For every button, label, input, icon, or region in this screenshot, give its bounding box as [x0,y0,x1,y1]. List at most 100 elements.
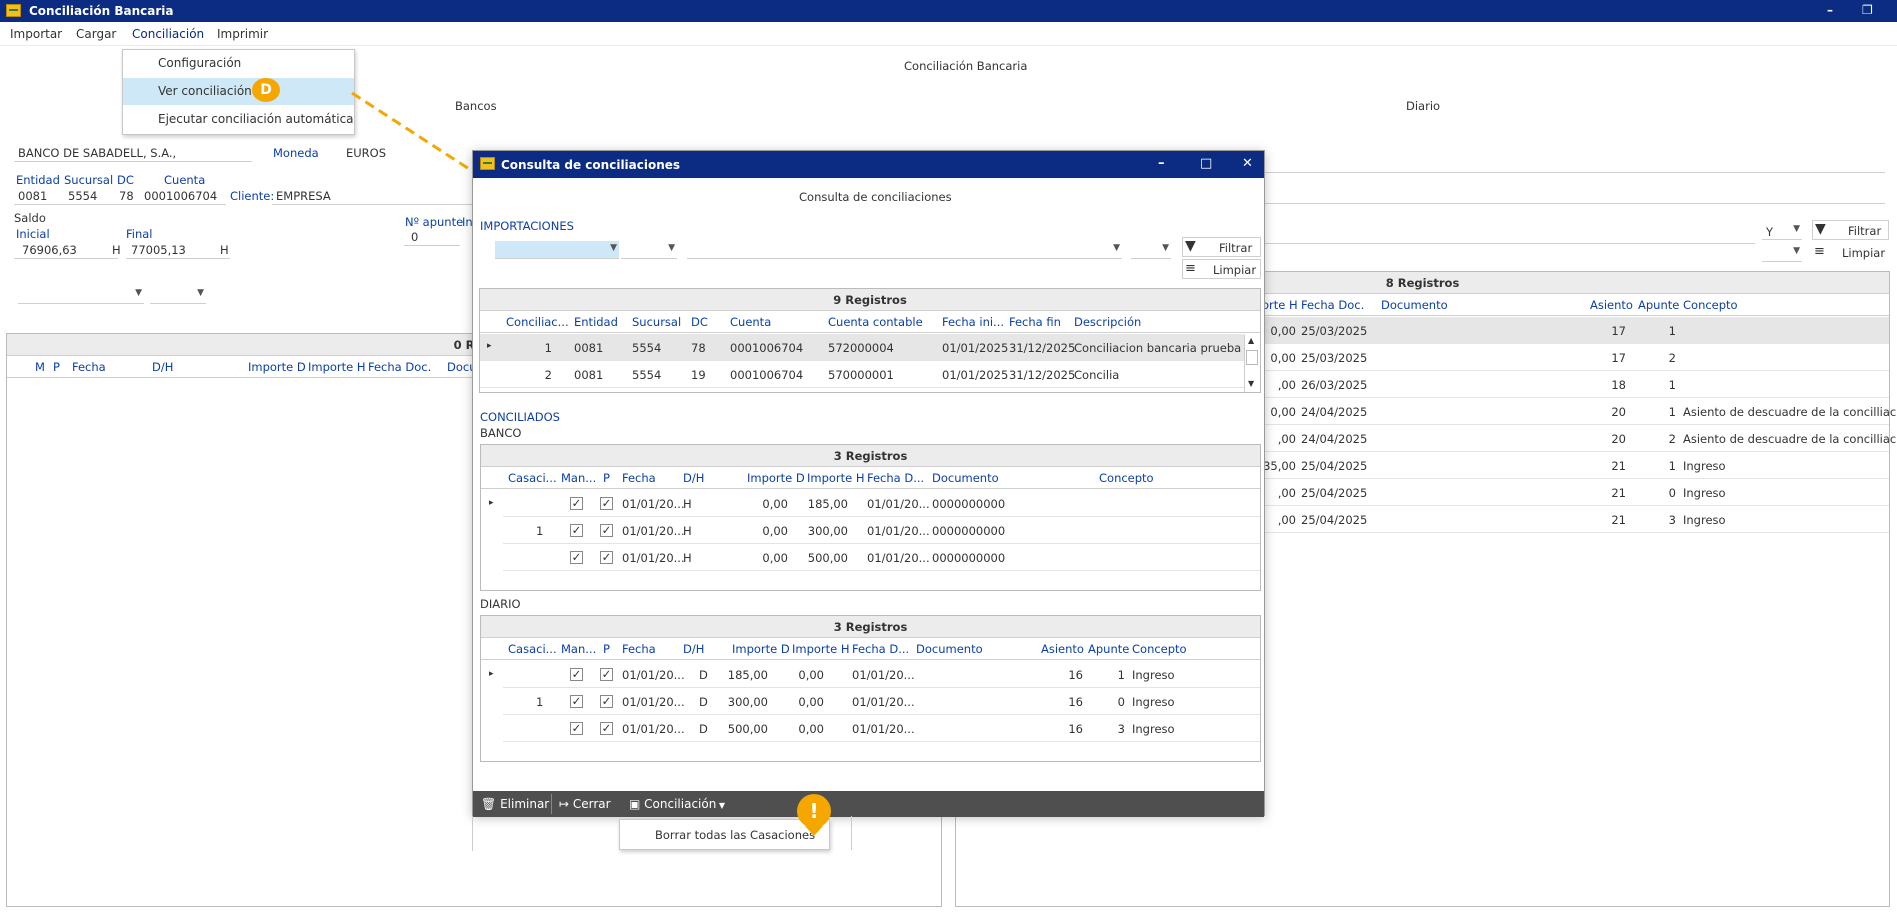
checkbox-checked[interactable]: ✓ [570,722,583,735]
checkbox-checked[interactable]: ✓ [570,497,583,510]
col-p[interactable]: P [53,360,60,374]
sucursal-combo[interactable]: ▼ [621,241,677,259]
right-combo-y[interactable]: Y ▼ [1762,222,1802,240]
table-row[interactable]: ✓ ✓ 01/01/20... H 0,00 185,00 01/01/20... 00000… [503,490,1260,517]
menu-cargar[interactable]: Cargar [76,27,116,41]
scroll-thumb[interactable] [1246,350,1258,365]
col-cuenta-contable[interactable]: Cuenta contable [828,315,923,329]
limpiar-button[interactable]: ≡ Limpiar [1182,259,1261,279]
col-apunte[interactable]: Apunte [1088,642,1129,656]
menu-item-configuracion[interactable]: Configuración [123,50,354,77]
left-combo-1[interactable]: ▼ [18,286,144,304]
filtrar-button[interactable]: ▼ Filtrar [1182,237,1261,257]
col-fecha-fin[interactable]: Fecha fin [1009,315,1061,329]
right-filtrar-button[interactable]: ▼ Filtrar [1812,220,1889,240]
col-concepto[interactable]: Concepto [1683,298,1738,312]
checkbox-checked[interactable]: ✓ [600,551,613,564]
col-fecha[interactable]: Fecha [622,471,656,485]
col-asiento[interactable]: Asiento [1041,642,1084,656]
table-row[interactable]: ✓ ✓ 01/01/20... H 0,00 300,00 01/01/20... 00000… [503,517,1260,544]
grid-record-count: 3 Registros [481,445,1260,467]
right-combo-2[interactable]: ▼ [1762,244,1802,262]
col-entidad[interactable]: Entidad [574,315,618,329]
right-limpiar-button[interactable]: ≡ Limpiar [1812,243,1889,263]
cuenta-label: Cuenta [164,173,206,187]
col-fecha[interactable]: Fecha [72,360,106,374]
col-fecha-inicio[interactable]: Fecha ini... [942,315,1004,329]
table-row[interactable]: ✓ ✓ 01/01/20... H 0,00 500,00 01/01/20... 00000… [503,544,1260,571]
menu-item-ejecutar-conciliacion[interactable]: Ejecutar conciliación automática [123,106,354,133]
checkbox-checked[interactable]: ✓ [570,695,583,708]
checkbox-checked[interactable]: ✓ [600,497,613,510]
col-importe-d[interactable]: Importe D [248,360,306,374]
scroll-up-icon[interactable]: ▲ [1248,336,1254,345]
scroll-down-icon[interactable]: ▼ [1248,379,1254,388]
col-fecha[interactable]: Fecha [622,642,656,656]
close-icon[interactable]: ✕ [1242,156,1253,171]
menu-imprimir[interactable]: Imprimir [217,27,268,41]
cerrar-button[interactable]: ↦ Cerrar [559,797,611,811]
restore-icon[interactable]: ❐ [1862,3,1873,17]
col-conciliacion[interactable]: Conciliac... [506,315,569,329]
minimize-icon[interactable]: – [1827,3,1833,17]
table-row[interactable]: ✓ ✓ 01/01/20... D 500,00 0,00 01/01/20... 16 3 In… [503,715,1260,742]
col-casacion[interactable]: Casaci... [508,471,557,485]
col-importe-d[interactable]: Importe D [747,471,805,485]
col-documento[interactable]: Documento [1381,298,1448,312]
menu-conciliacion[interactable]: Conciliación [132,27,204,41]
col-fecha-doc[interactable]: Fecha D... [867,471,924,485]
checkbox-checked[interactable]: ✓ [600,695,613,708]
app-icon [6,4,21,17]
eliminar-button[interactable]: 🗑 Eliminar [481,797,549,811]
col-importe-d[interactable]: Importe D [732,642,790,656]
col-documento[interactable]: Documento [932,471,999,485]
checkbox-checked[interactable]: ✓ [570,668,583,681]
cuenta-combo[interactable]: ▼ [687,241,1122,259]
menu-importar[interactable]: Importar [10,27,62,41]
importacion-combo[interactable]: ▼ [495,241,619,259]
checkbox-checked[interactable]: ✓ [600,668,613,681]
extra-combo[interactable]: ▼ [1131,241,1171,259]
col-descripcion[interactable]: Descripción [1074,315,1141,329]
col-p[interactable]: P [603,471,610,485]
col-importe-h[interactable]: orte H [1262,298,1298,312]
col-documento[interactable]: Documento [916,642,983,656]
col-dh[interactable]: D/H [152,360,173,374]
table-row[interactable]: ✓ ✓ 01/01/20... D 300,00 0,00 01/01/20... 16 0 In… [503,688,1260,715]
import-grid-scrollbar[interactable]: ▲ ▼ [1244,335,1259,392]
col-asiento[interactable]: Asiento [1590,298,1633,312]
menu-item-ver-conciliacion[interactable]: Ver conciliación [123,78,354,105]
col-importe-h[interactable]: Importe H [308,360,366,374]
col-manual[interactable]: Man... [561,471,596,485]
maximize-icon[interactable]: □ [1200,156,1212,171]
checkbox-checked[interactable]: ✓ [570,524,583,537]
col-importe-h[interactable]: Importe H [807,471,865,485]
col-m[interactable]: M [35,360,45,374]
col-concepto[interactable]: Concepto [1132,642,1187,656]
chevron-down-icon: ▼ [1113,243,1120,253]
checkbox-checked[interactable]: ✓ [600,722,613,735]
col-sucursal[interactable]: Sucursal [632,315,681,329]
col-fecha-doc[interactable]: Fecha Doc. [1301,298,1364,312]
table-row[interactable]: 2 0081 5554 19 0001006704 570000001 01/01/2025… [480,361,1244,388]
checkbox-checked[interactable]: ✓ [570,551,583,564]
col-dh[interactable]: D/H [683,642,704,656]
col-fecha-doc[interactable]: Fecha Doc. [368,360,431,374]
col-fecha-doc[interactable]: Fecha D... [852,642,909,656]
col-concepto[interactable]: Concepto [1099,471,1154,485]
checkbox-checked[interactable]: ✓ [600,524,613,537]
col-apunte[interactable]: Apunte [1638,298,1679,312]
conciliacion-menu-button[interactable]: ▣ Conciliación ▼ [629,797,725,811]
col-dc[interactable]: DC [691,315,708,329]
table-row[interactable]: ✓ ✓ 01/01/20... D 185,00 0,00 01/01/20... 16 1 In… [503,661,1260,688]
left-combo-2[interactable]: ▼ [150,286,206,304]
col-cuenta[interactable]: Cuenta [730,315,771,329]
table-row[interactable]: ▸ 1 0081 5554 78 0001006704 572000004 01/01/202… [480,334,1244,361]
col-manual[interactable]: Man... [561,642,596,656]
col-p[interactable]: P [603,642,610,656]
col-casacion[interactable]: Casaci... [508,642,557,656]
minimize-icon[interactable]: – [1158,156,1165,171]
cell-fecha-doc: 25/03/2025 [1301,324,1368,338]
col-importe-h[interactable]: Importe H [792,642,850,656]
col-dh[interactable]: D/H [683,471,704,485]
